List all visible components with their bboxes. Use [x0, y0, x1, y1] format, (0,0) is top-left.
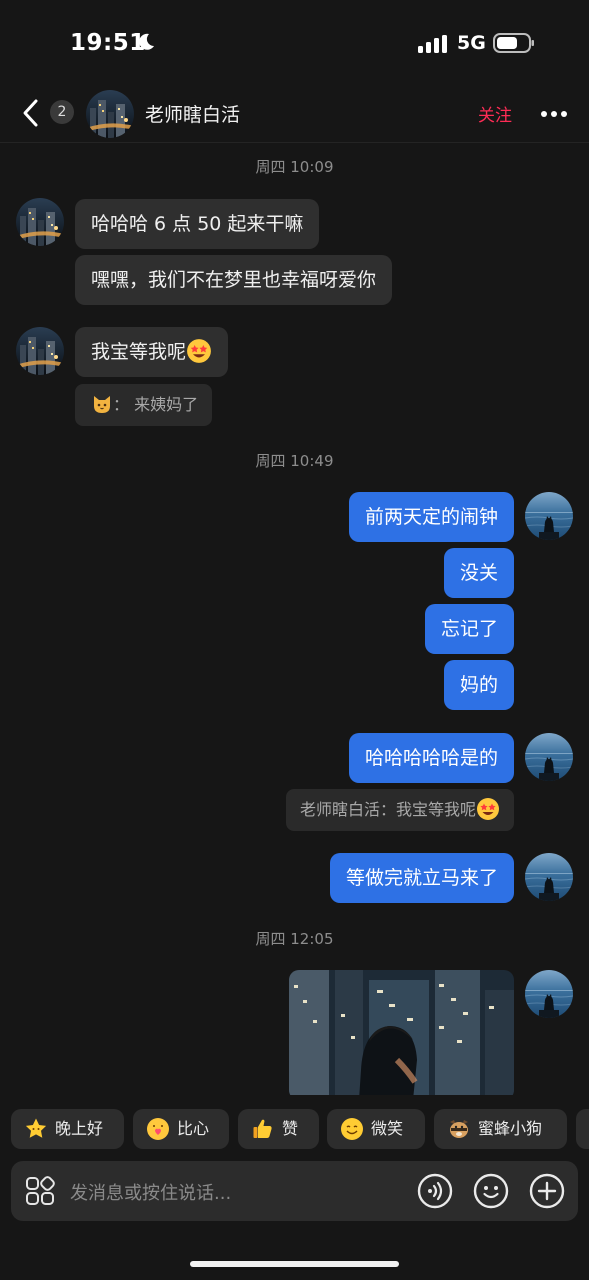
- outgoing-message[interactable]: 等做完就立马来了: [329, 853, 514, 903]
- my-avatar[interactable]: [525, 853, 573, 901]
- timestamp: 周四 10:49: [255, 452, 334, 470]
- my-avatar[interactable]: [525, 970, 573, 1018]
- quick-reply-chip[interactable]: 微笑: [327, 1109, 425, 1149]
- message-text: 我宝等我呢: [91, 341, 187, 363]
- outgoing-message[interactable]: 前两天定的闹钟: [348, 492, 514, 542]
- quick-reply-bar: 晚上好 比心 赞 微笑 蜜蜂小狗: [0, 1109, 589, 1149]
- contact-name[interactable]: 老师瞎白活: [145, 100, 240, 127]
- home-indicator: [190, 1261, 399, 1267]
- outgoing-message[interactable]: 妈的: [443, 660, 514, 710]
- status-time: 19:51: [70, 30, 146, 56]
- quick-reply-chip[interactable]: 赞: [238, 1109, 319, 1149]
- unread-badge: 2: [50, 100, 74, 124]
- reply-quote-text: ： 来姨妈了: [113, 395, 199, 414]
- reply-quote-text: 老师瞎白活：我宝等我呢: [299, 800, 476, 819]
- thumbs-up-emoji: [253, 1119, 272, 1138]
- network-type: 5G: [457, 32, 486, 54]
- plus-icon[interactable]: [529, 1173, 565, 1209]
- chat-messages[interactable]: 周四 10:09 哈哈哈 6 点 50 起来干嘛 嘿嘿，我们不在梦里也幸福呀爱你…: [0, 143, 589, 1095]
- back-icon[interactable]: [20, 98, 42, 128]
- smile-emoji: [341, 1118, 363, 1140]
- chat-header: 2 老师瞎白活 关注: [0, 88, 589, 142]
- my-avatar[interactable]: [525, 733, 573, 781]
- incoming-message[interactable]: 哈哈哈 6 点 50 起来干嘛: [75, 199, 320, 249]
- quick-reply-chip[interactable]: 蜜蜂小狗: [434, 1109, 567, 1149]
- apps-icon[interactable]: [25, 1176, 55, 1206]
- my-avatar[interactable]: [525, 492, 573, 540]
- status-bar: 19:51 5G: [0, 0, 589, 88]
- quick-reply-label: 晚上好: [55, 1119, 104, 1138]
- outgoing-message[interactable]: 没关: [443, 548, 514, 598]
- contact-avatar[interactable]: [86, 90, 134, 138]
- moon-icon: [139, 33, 154, 50]
- quick-reply-label: 蜜蜂小狗: [478, 1119, 543, 1138]
- heart-hands-emoji: [147, 1118, 169, 1140]
- signal-icon: [418, 35, 447, 53]
- star-eyes-emoji: [187, 338, 211, 363]
- incoming-message[interactable]: 嘿嘿，我们不在梦里也幸福呀爱你: [75, 255, 393, 305]
- reply-quote[interactable]: 老师瞎白活：我宝等我呢: [285, 789, 514, 831]
- photo-message[interactable]: [289, 970, 514, 1095]
- quick-reply-chip[interactable]: 晚上好: [11, 1109, 124, 1149]
- quick-reply-label: 比心: [177, 1119, 210, 1138]
- message-input-bar: 发消息或按住说话...: [11, 1161, 578, 1221]
- star-eyes-emoji: [477, 797, 499, 820]
- contact-avatar[interactable]: [16, 198, 64, 246]
- timestamp: 周四 10:09: [255, 158, 334, 176]
- emoji-icon[interactable]: [473, 1173, 509, 1209]
- outgoing-message[interactable]: 哈哈哈哈哈是的: [348, 733, 514, 783]
- message-input[interactable]: 发消息或按住说话...: [70, 1179, 231, 1205]
- incoming-message[interactable]: 我宝等我呢: [75, 327, 229, 377]
- timestamp: 周四 12:05: [255, 930, 334, 948]
- voice-icon[interactable]: [417, 1173, 453, 1209]
- cat-emoji: [94, 396, 110, 413]
- quick-reply-chip[interactable]: 比心: [133, 1109, 229, 1149]
- follow-button[interactable]: 关注: [478, 101, 512, 126]
- reply-quote[interactable]: ： 来姨妈了: [75, 384, 213, 426]
- more-icon[interactable]: [540, 110, 568, 118]
- star-emoji: [25, 1118, 47, 1138]
- outgoing-message[interactable]: 忘记了: [424, 604, 514, 654]
- quick-reply-label: 微笑: [371, 1119, 404, 1138]
- contact-avatar[interactable]: [16, 327, 64, 375]
- bee-dog-emoji: [450, 1120, 468, 1138]
- quick-reply-chip[interactable]: [576, 1109, 589, 1149]
- battery-icon: [493, 33, 534, 53]
- quick-reply-label: 赞: [282, 1119, 299, 1138]
